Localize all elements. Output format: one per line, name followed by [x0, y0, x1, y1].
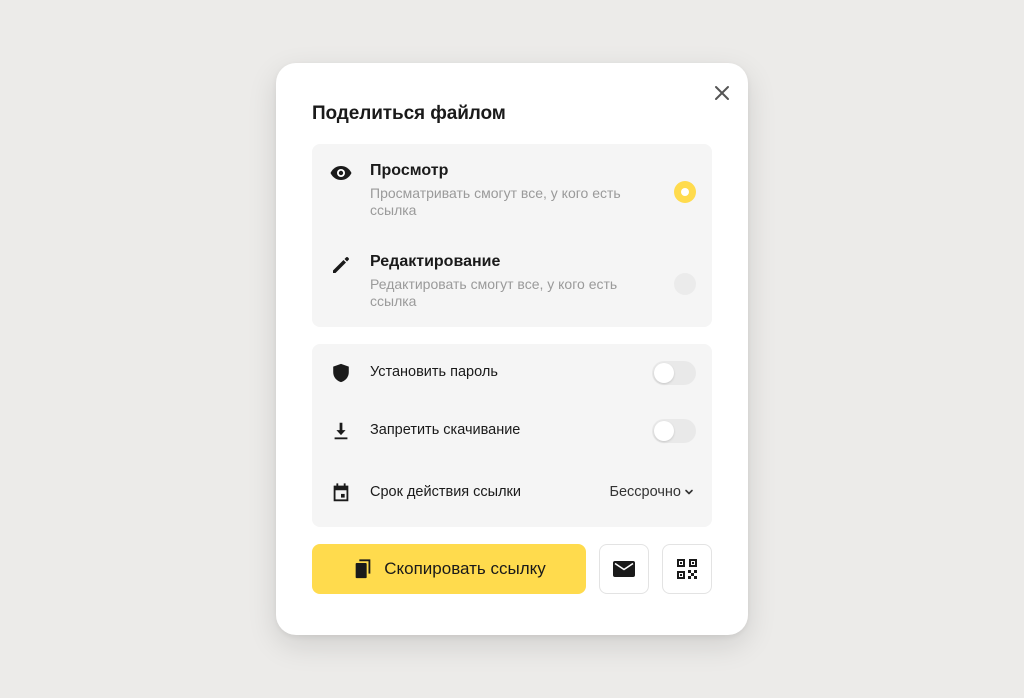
password-setting-label: Установить пароль — [370, 364, 498, 380]
download-setting-row: Запретить скачивание — [312, 411, 712, 451]
copy-icon — [355, 559, 371, 579]
close-icon — [715, 86, 729, 100]
expiry-setting-label: Срок действия ссылки — [370, 484, 521, 500]
close-button[interactable] — [710, 81, 734, 105]
download-setting-label: Запретить скачивание — [370, 422, 521, 438]
access-option-description: Редактировать смогут все, у кого есть сс… — [370, 276, 618, 309]
password-setting-row: Установить пароль — [312, 353, 712, 393]
download-toggle[interactable] — [652, 419, 696, 443]
eye-icon — [329, 161, 353, 185]
edit-radio-button[interactable] — [674, 273, 696, 295]
download-icon — [329, 419, 353, 443]
share-file-dialog: Поделиться файлом Просмотр Просматривать… — [276, 63, 748, 635]
expiry-setting-row: Срок действия ссылки Бессрочно — [312, 473, 712, 513]
access-option-view[interactable]: Просмотр Просматривать смогут все, у ког… — [312, 144, 712, 236]
shield-icon — [329, 361, 353, 385]
link-settings-panel: Установить пароль Запретить скачивание С… — [312, 344, 712, 527]
view-radio-button[interactable] — [674, 181, 696, 203]
expiry-value: Бессрочно — [609, 484, 681, 500]
access-option-edit[interactable]: Редактирование Редактировать смогут все,… — [312, 236, 712, 327]
chevron-down-icon — [685, 489, 693, 495]
access-options-panel: Просмотр Просматривать смогут все, у ког… — [312, 144, 712, 327]
access-option-title: Просмотр — [370, 162, 449, 179]
copy-link-button[interactable]: Скопировать ссылку — [312, 544, 586, 594]
pencil-icon — [329, 253, 353, 277]
password-toggle[interactable] — [652, 361, 696, 385]
send-email-button[interactable] — [599, 544, 649, 594]
mail-icon — [613, 561, 635, 577]
qr-code-button[interactable] — [662, 544, 712, 594]
dialog-title: Поделиться файлом — [312, 103, 506, 124]
copy-link-label: Скопировать ссылку — [384, 559, 546, 578]
qr-code-icon — [677, 559, 697, 579]
access-option-title: Редактирование — [370, 253, 501, 270]
calendar-icon — [329, 481, 353, 505]
expiry-dropdown[interactable]: Бессрочно — [609, 484, 694, 500]
access-option-description: Просматривать смогут все, у кого есть сс… — [370, 185, 621, 218]
